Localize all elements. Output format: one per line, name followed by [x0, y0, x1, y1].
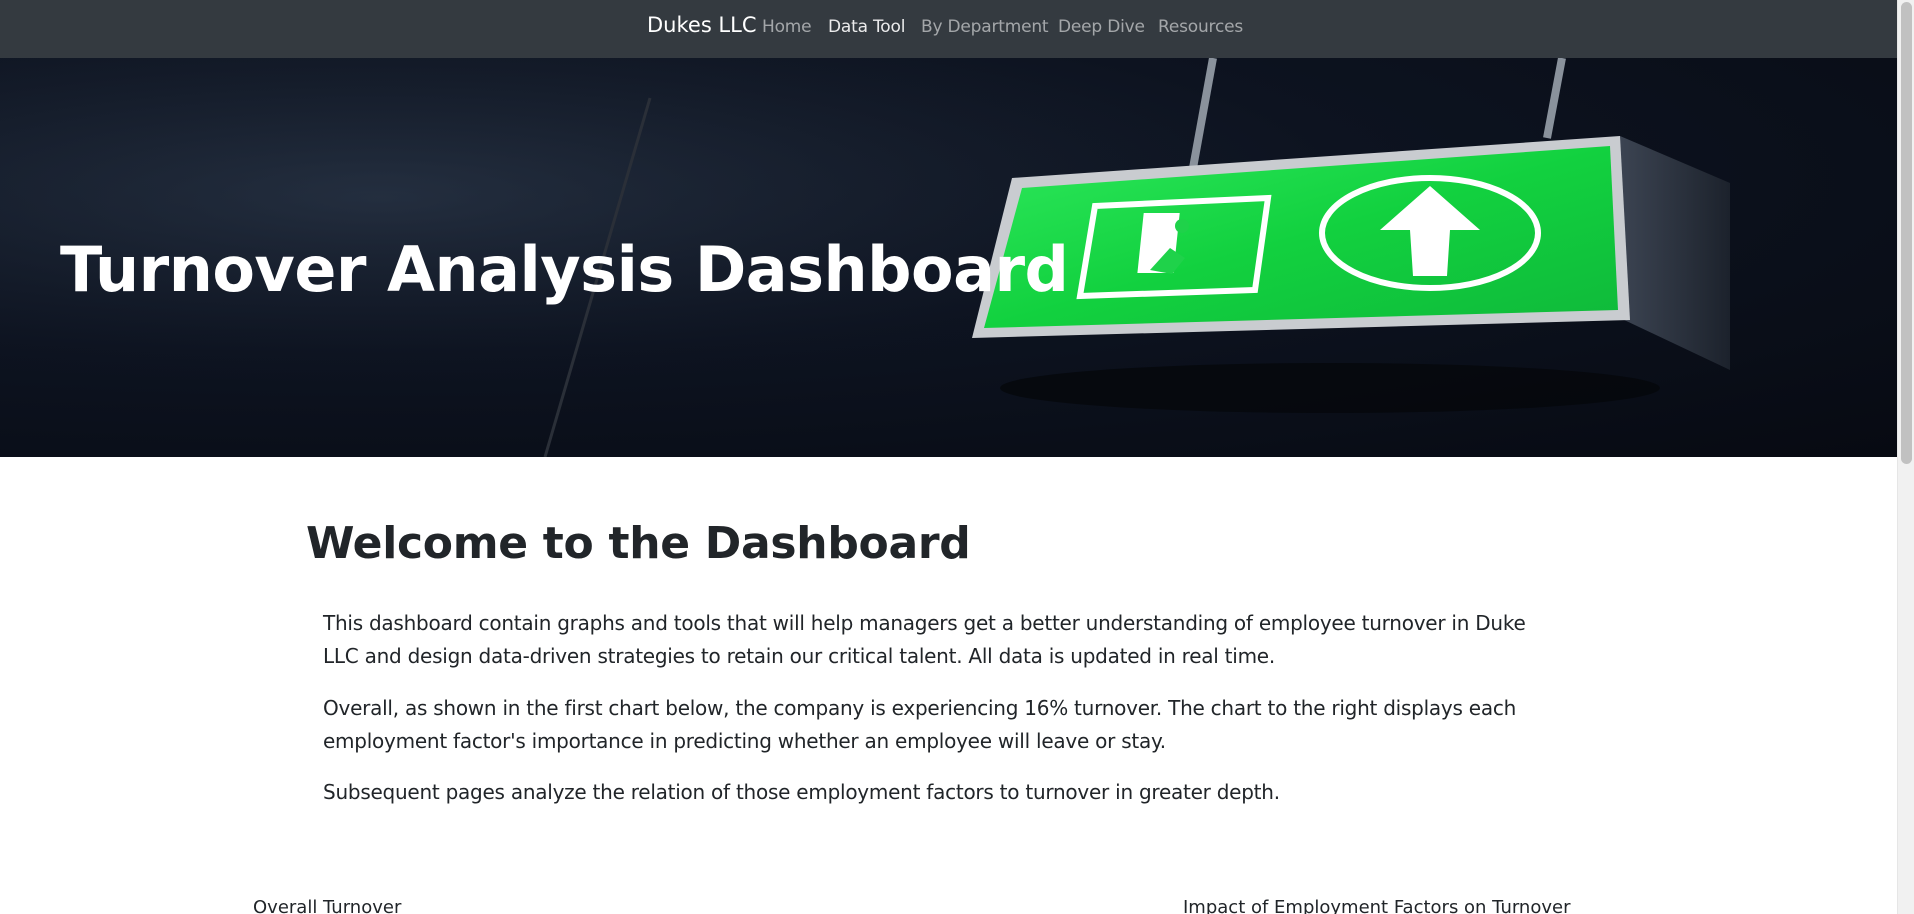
nav-home[interactable]: Home — [762, 17, 812, 37]
nav-resources[interactable]: Resources — [1158, 17, 1243, 37]
top-navbar: Dukes LLC Home Data Tool By Department D… — [0, 0, 1897, 58]
intro-paragraph: This dashboard contain graphs and tools … — [323, 611, 1526, 668]
scrollbar-thumb[interactable] — [1901, 2, 1912, 464]
employment-factors-chart-title: Impact of Employment Factors on Turnover — [1183, 897, 1571, 914]
turnover-paragraph: Overall, as shown in the first chart bel… — [323, 696, 1516, 753]
nav-by-department[interactable]: By Department — [921, 17, 1049, 37]
nav-data-tool[interactable]: Data Tool — [828, 17, 905, 37]
hero-banner: Turnover Analysis Dashboard — [0, 58, 1897, 457]
hero-title: Turnover Analysis Dashboard — [60, 233, 1069, 306]
brand-link[interactable]: Dukes LLC — [647, 13, 757, 37]
welcome-heading: Welcome to the Dashboard — [306, 518, 971, 569]
subsequent-pages-paragraph: Subsequent pages analyze the relation of… — [323, 780, 1280, 804]
overall-turnover-chart-title: Overall Turnover — [253, 897, 402, 914]
page-scrollbar[interactable] — [1897, 0, 1914, 914]
nav-deep-dive[interactable]: Deep Dive — [1058, 17, 1145, 37]
